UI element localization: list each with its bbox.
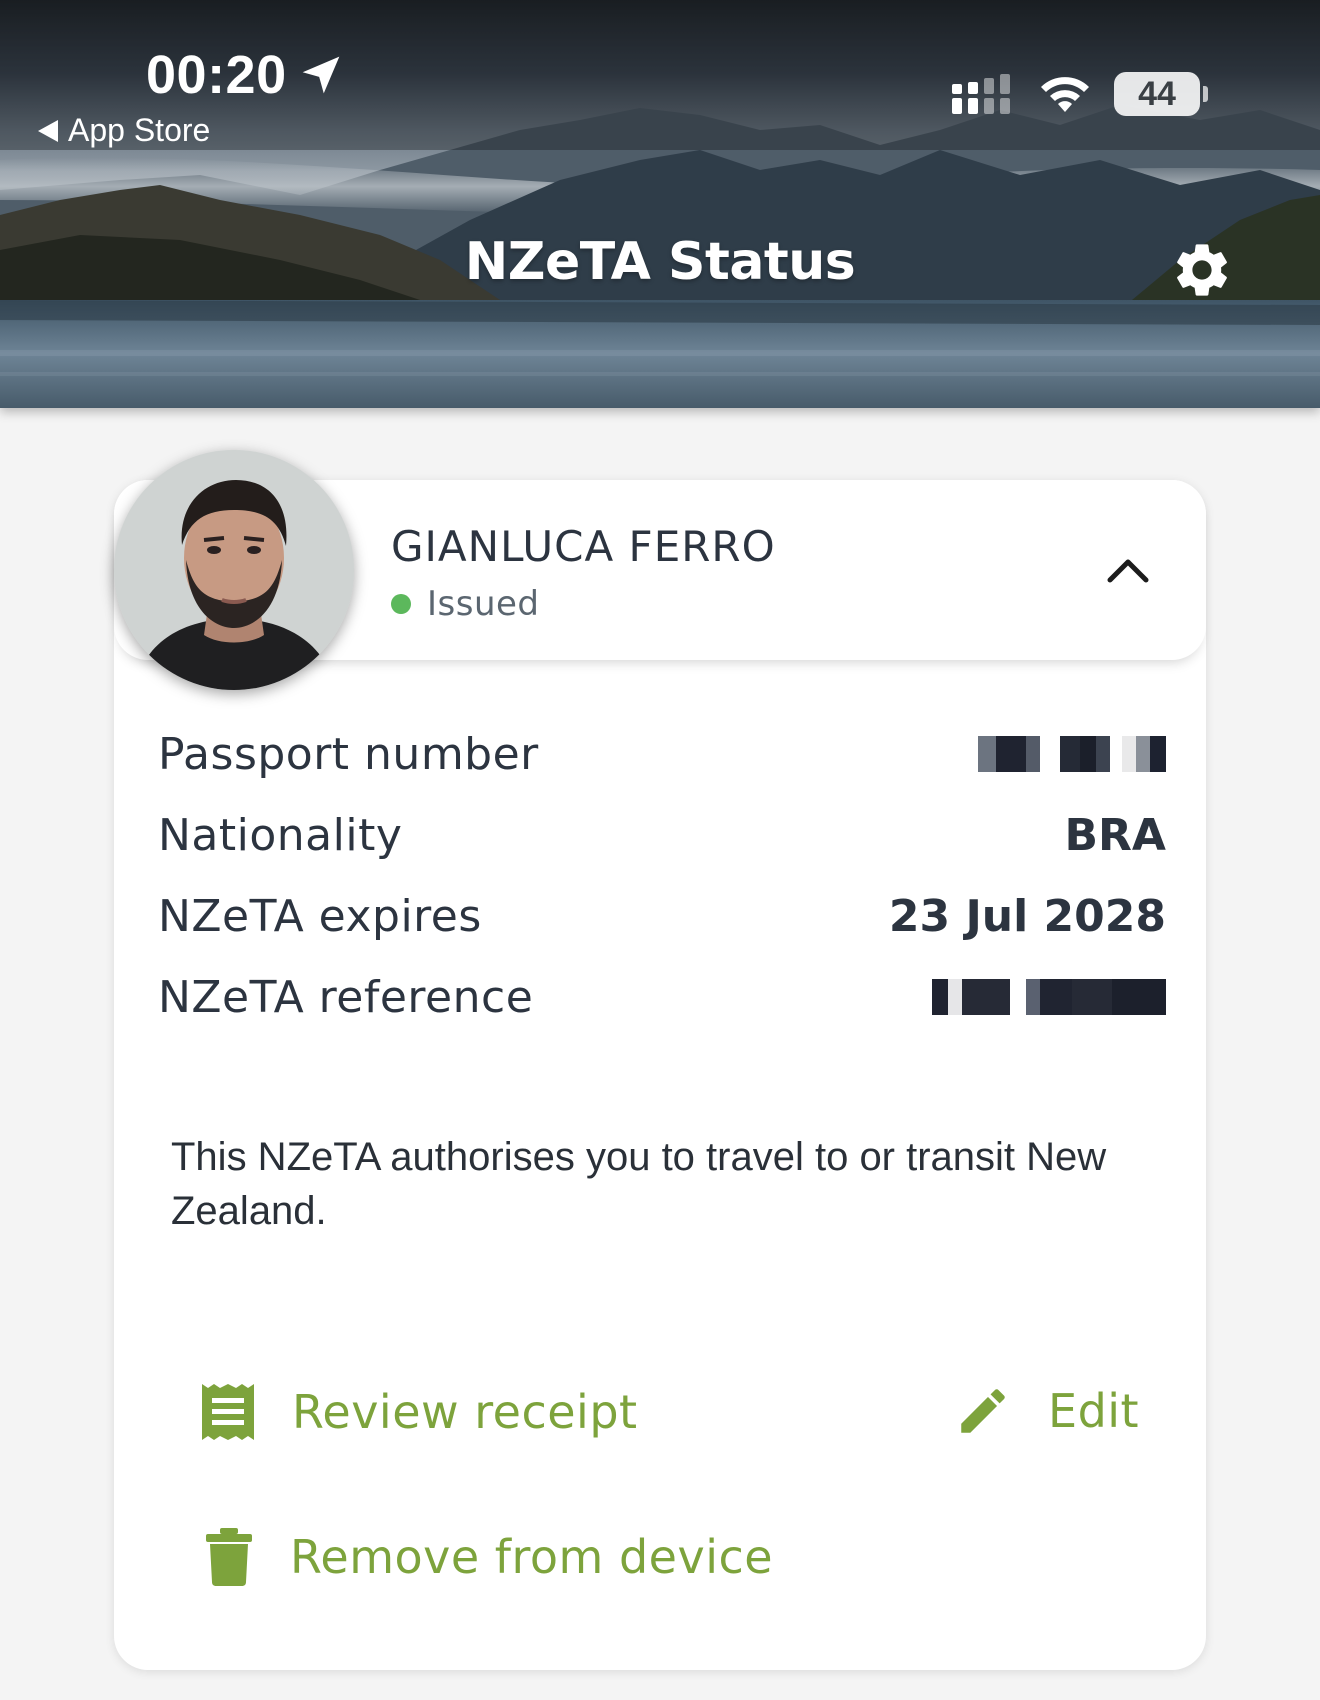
detail-row-reference: NZeTA reference — [158, 967, 1166, 1027]
wifi-icon — [1041, 77, 1089, 112]
status-indicator: Issued — [391, 584, 540, 624]
receipt-icon — [202, 1384, 254, 1440]
header-banner: 00:20 App Store 44 NZeTA Status — [0, 0, 1320, 408]
time-text: 00:20 — [146, 45, 287, 105]
edit-button[interactable]: Edit — [954, 1382, 1139, 1440]
review-receipt-label: Review receipt — [292, 1385, 638, 1439]
detail-label: NZeTA reference — [158, 971, 534, 1023]
detail-label: Nationality — [158, 809, 403, 861]
status-bar-icons: 44 — [950, 72, 1208, 116]
status-dot-icon — [391, 594, 411, 614]
battery-level: 44 — [1138, 74, 1176, 113]
detail-label: Passport number — [158, 728, 539, 780]
detail-row-passport: Passport number — [158, 724, 1166, 784]
remove-label: Remove from device — [290, 1530, 774, 1584]
pencil-icon — [961, 1389, 1005, 1433]
remove-from-device-button[interactable]: Remove from device — [204, 1526, 773, 1588]
redacted-passport-number — [978, 734, 1166, 774]
nzeta-status-screen: 00:20 App Store 44 NZeTA Status GIANLUCA… — [0, 0, 1320, 1700]
cellular-signal-icon — [952, 74, 1010, 114]
back-to-app-store[interactable]: App Store — [38, 112, 210, 149]
nzeta-description: This NZeTA authorises you to travel to o… — [171, 1135, 1107, 1233]
redacted-reference — [932, 977, 1166, 1017]
gear-icon[interactable] — [1170, 238, 1234, 302]
detail-row-expiry: NZeTA expires 23 Jul 2028 — [158, 886, 1166, 946]
back-triangle-icon — [38, 119, 58, 142]
review-receipt-button[interactable]: Review receipt — [200, 1382, 638, 1442]
avatar — [114, 450, 354, 690]
nationality-value: BRA — [1064, 809, 1166, 861]
detail-label: NZeTA expires — [158, 890, 482, 942]
edit-label: Edit — [1048, 1384, 1140, 1438]
status-bar-time: 00:20 — [146, 44, 343, 106]
holder-name: GIANLUCA FERRO — [391, 522, 776, 571]
detail-row-nationality: Nationality BRA — [158, 805, 1166, 865]
battery-indicator: 44 — [1114, 72, 1208, 116]
back-label: App Store — [68, 112, 211, 148]
page-title: NZeTA Status — [464, 232, 856, 292]
expiry-value: 23 Jul 2028 — [888, 890, 1166, 942]
trash-icon — [206, 1528, 252, 1586]
location-arrow-icon — [302, 56, 339, 94]
status-text: Issued — [427, 584, 540, 624]
profile-photo — [114, 450, 354, 690]
chevron-up-icon[interactable] — [1100, 550, 1156, 590]
